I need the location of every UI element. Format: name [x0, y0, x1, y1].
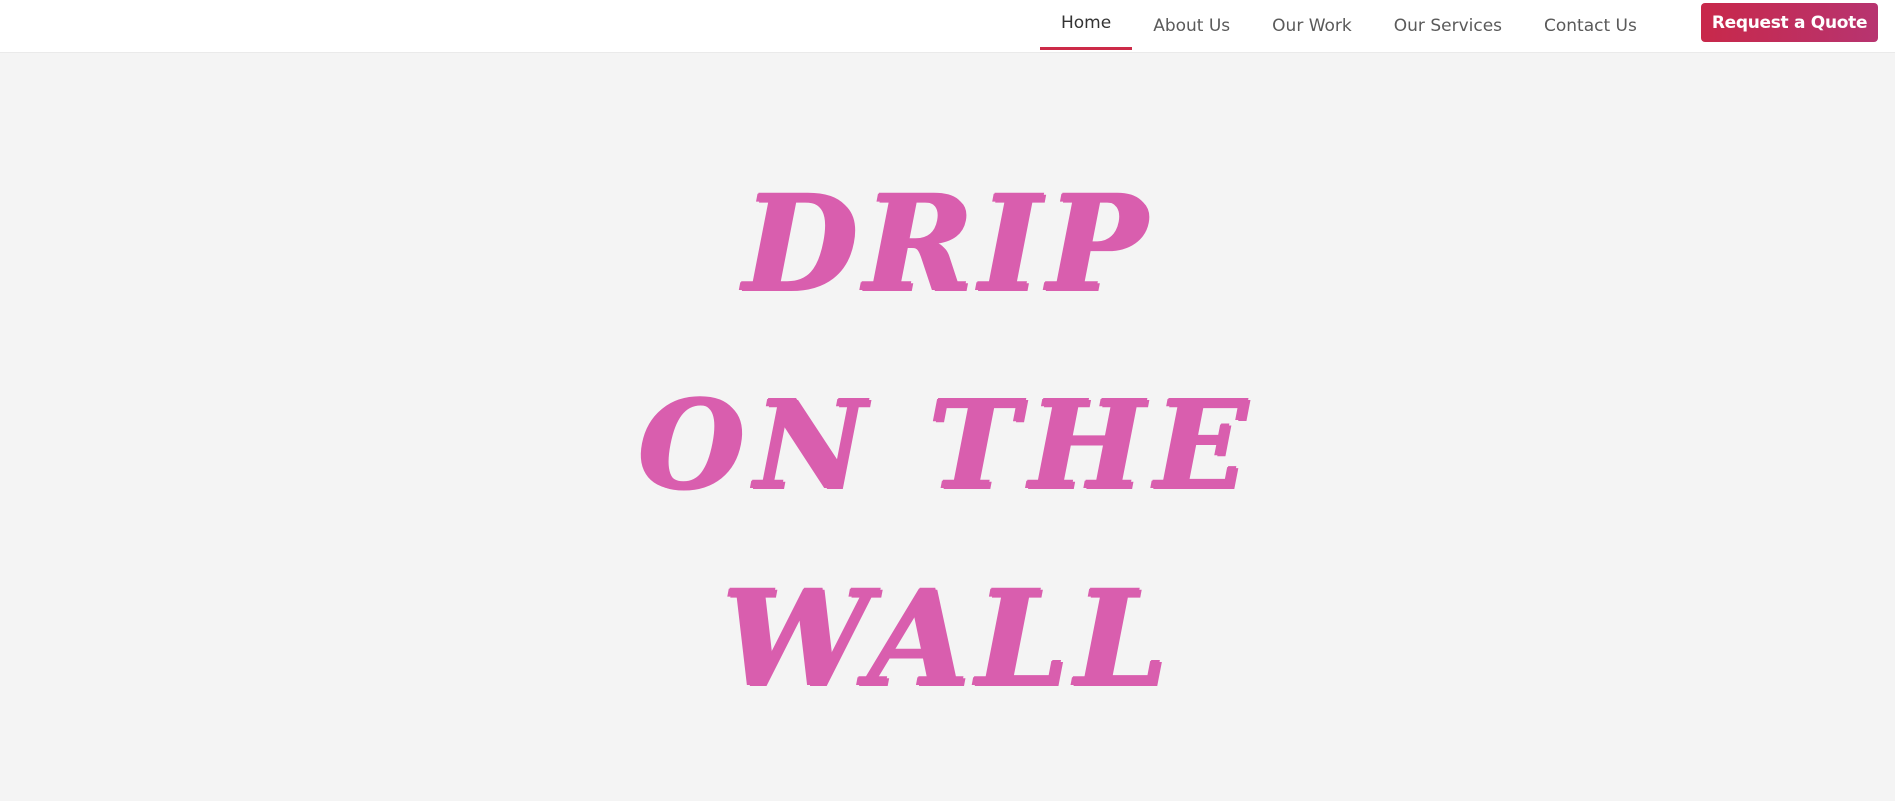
request-quote-button[interactable]: Request a Quote: [1701, 3, 1878, 42]
hero-title-line-2: ON THE: [637, 372, 1258, 516]
nav-item-our-work[interactable]: Our Work: [1251, 0, 1373, 52]
top-navigation-bar: Home About Us Our Work Our Services Cont…: [0, 0, 1895, 53]
nav-item-our-services[interactable]: Our Services: [1373, 0, 1523, 52]
hero-title-line-3: WALL: [721, 561, 1174, 716]
nav-item-home[interactable]: Home: [1040, 0, 1133, 52]
hero-section: DRIP ON THE WALL: [0, 53, 1895, 801]
main-nav: Home About Us Our Work Our Services Cont…: [1040, 0, 1658, 52]
nav-item-about-us[interactable]: About Us: [1132, 0, 1251, 52]
hero-title-line-1: DRIP: [742, 166, 1153, 321]
nav-item-contact-us[interactable]: Contact Us: [1523, 0, 1658, 52]
